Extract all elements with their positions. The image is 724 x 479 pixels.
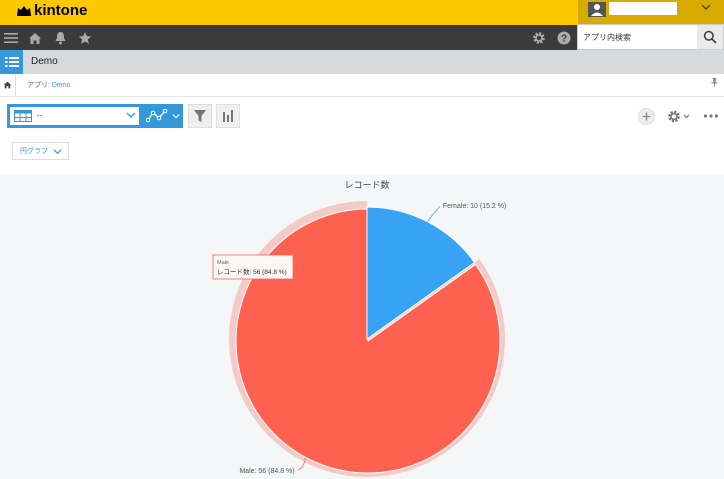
search-icon[interactable] — [697, 25, 723, 49]
bell-icon[interactable] — [51, 29, 69, 47]
view-select[interactable]: -- — [10, 107, 139, 125]
pie-chart: レコード数 Female: 10 (15.2 %) Male: 56 (84.8 … — [212, 179, 506, 477]
chart-type-label: 円グラフ — [20, 148, 48, 155]
breadcrumb: アプリ: Demo — [0, 74, 724, 97]
view-toolbar: -- — [7, 104, 183, 128]
data-label-female: Female: 10 (15.2 %) — [443, 203, 506, 210]
avatar-icon[interactable] — [588, 2, 606, 17]
breadcrumb-app-link[interactable]: Demo — [52, 82, 71, 89]
filter-button[interactable] — [188, 104, 212, 128]
search-input[interactable] — [578, 25, 696, 49]
funnel-icon — [194, 110, 206, 122]
data-label-male: Male: 56 (84.8 %) — [239, 468, 294, 475]
chart-type-select[interactable]: 円グラフ — [12, 142, 69, 160]
view-select-value: -- — [37, 111, 43, 120]
table-view-icon — [14, 110, 32, 122]
graph-view-button[interactable] — [142, 104, 183, 128]
kintone-logo[interactable]: kintone — [16, 2, 87, 19]
app-name[interactable]: Demo — [31, 56, 58, 67]
chevron-down-icon — [53, 149, 62, 155]
breadcrumb-app: アプリ: Demo — [27, 80, 71, 90]
chart-tooltip: Maleレコード数: 56 (84.8 %) — [212, 254, 294, 280]
chart-title: レコード数 — [344, 179, 389, 190]
more-options-icon[interactable] — [703, 110, 719, 122]
bar-chart-icon — [223, 110, 233, 122]
logo-text: kintone — [34, 2, 88, 19]
chevron-down-icon — [126, 112, 136, 118]
chevron-down-icon — [171, 114, 180, 119]
breadcrumb-prefix: アプリ: — [27, 82, 52, 89]
breadcrumb-home-icon[interactable] — [0, 74, 16, 96]
gear-icon[interactable] — [530, 29, 548, 47]
label-connector-female — [427, 205, 441, 222]
kintone-cat-icon — [17, 5, 31, 16]
app-header: Demo — [0, 50, 724, 74]
top-bar: kintone — [0, 0, 724, 25]
star-icon[interactable] — [76, 29, 94, 47]
user-name-field[interactable] — [609, 2, 677, 15]
svg-text:?: ? — [561, 34, 567, 45]
hamburger-icon[interactable] — [2, 29, 20, 47]
tooltip-value: レコード数: 56 (84.8 %) — [217, 267, 287, 276]
pin-icon[interactable] — [711, 78, 718, 89]
add-icon[interactable] — [638, 108, 655, 125]
line-graph-icon — [145, 109, 167, 123]
home-icon[interactable] — [26, 29, 44, 47]
chevron-down-icon[interactable] — [701, 3, 711, 14]
app-search-box — [577, 24, 724, 50]
graph-settings-button[interactable] — [216, 104, 240, 128]
app-list-icon[interactable] — [0, 50, 23, 74]
chart-area: レコード数 Female: 10 (15.2 %) Male: 56 (84.8 … — [0, 175, 724, 479]
question-icon[interactable]: ? — [555, 29, 573, 47]
tooltip-category: Male — [217, 260, 229, 266]
settings-gear-icon[interactable] — [667, 109, 691, 124]
